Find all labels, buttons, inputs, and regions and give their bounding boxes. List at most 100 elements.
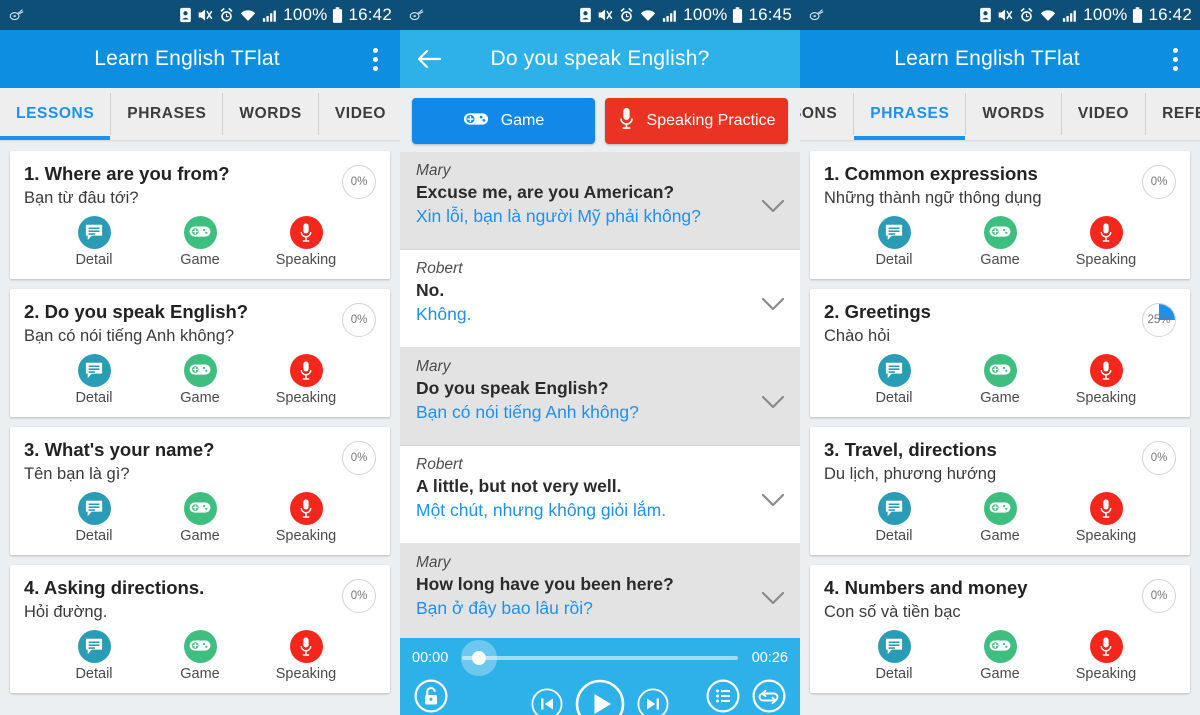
detail-action[interactable]: Detail — [861, 629, 927, 682]
lesson-card[interactable]: 1. Where are you from? Bạn từ đâu tới? 0% D… — [10, 151, 390, 279]
lesson-card[interactable]: 1. Common expressions Những thành ngữ thô… — [810, 151, 1190, 279]
game-button[interactable]: Game — [412, 98, 595, 144]
tab-words[interactable]: WORDS — [966, 93, 1062, 135]
speaking-action[interactable]: Speaking — [1073, 215, 1139, 268]
alarm-icon — [219, 7, 234, 23]
game-action[interactable]: Game — [167, 353, 233, 406]
game-action[interactable]: Game — [967, 629, 1033, 682]
lesson-card-subtitle: Tên bạn là gì? — [24, 465, 130, 484]
lesson-card-title: 4. Numbers and money — [824, 577, 1028, 598]
progress-label: 0% — [350, 452, 368, 464]
signal-icon — [262, 8, 278, 23]
dialog-row[interactable]: Robert A little, but not very well. Một ch… — [400, 446, 800, 544]
game-action[interactable]: Game — [967, 215, 1033, 268]
lesson-card[interactable]: 4. Numbers and money Con số và tiền bạc 0%… — [810, 565, 1190, 693]
tab-label: WORDS — [982, 105, 1045, 122]
detail-action[interactable]: Detail — [861, 215, 927, 268]
lesson-card[interactable]: 2. Do you speak English? Bạn có nói tiếng… — [10, 289, 390, 417]
chevron-down-icon[interactable] — [760, 394, 786, 415]
progress-label: 0% — [350, 176, 368, 188]
seek-row: 00:00 00:26 — [412, 646, 788, 670]
game-action[interactable]: Game — [967, 491, 1033, 544]
speaking-action[interactable]: Speaking — [1073, 629, 1139, 682]
card-action-row: Detail Game Speaking — [24, 491, 376, 544]
lock-icon[interactable] — [414, 679, 448, 713]
speaking-action[interactable]: Speaking — [273, 215, 339, 268]
detail-action[interactable]: Detail — [61, 353, 127, 406]
dialog-english: Do you speak English? — [416, 378, 609, 398]
tab-video[interactable]: VIDEO — [1062, 93, 1147, 135]
app-bar: Learn English TFlat — [800, 30, 1200, 88]
tab-lessons[interactable]: LESSONS — [0, 93, 112, 140]
seek-slider[interactable] — [462, 651, 738, 665]
playlist-icon[interactable] — [706, 679, 740, 713]
battery-percent-label: 100% — [683, 5, 728, 24]
panel-conversation: 100% 16:45 Do you speak English? Game Sp… — [400, 0, 800, 715]
lesson-card[interactable]: 3. What's your name? Tên bạn là gì? 0% Deta… — [10, 427, 390, 555]
tab-phrases[interactable]: PHRASES — [854, 93, 967, 140]
tab-words[interactable]: WORDS — [223, 93, 319, 135]
tab-reference[interactable]: REFERENCE — [1146, 93, 1200, 135]
battery-icon — [332, 6, 343, 24]
detail-action[interactable]: Detail — [61, 629, 127, 682]
speaking-action[interactable]: Speaking — [273, 491, 339, 544]
dialog-row[interactable]: Mary How long have you been here? Bạn ở đâ… — [400, 544, 800, 642]
detail-action[interactable]: Detail — [61, 215, 127, 268]
speaking-action[interactable]: Speaking — [1073, 353, 1139, 406]
progress-badge: 0% — [342, 303, 376, 337]
action-label: Speaking — [275, 251, 337, 268]
chevron-down-icon[interactable] — [760, 590, 786, 611]
game-action[interactable]: Game — [167, 629, 233, 682]
lesson-card[interactable]: 3. Travel, directions Du lịch, phương hướ… — [810, 427, 1190, 555]
speaking-action[interactable]: Speaking — [273, 353, 339, 406]
progress-label: 0% — [1150, 590, 1168, 602]
repeat-icon[interactable] — [752, 679, 786, 713]
dialog-row[interactable]: Mary Do you speak English? Bạn có nói tiến… — [400, 348, 800, 446]
overflow-menu-icon[interactable] — [1162, 47, 1188, 71]
lesson-card-subtitle: Du lịch, phương hướng — [824, 465, 997, 484]
status-bar: 100% 16:45 — [400, 0, 800, 30]
action-label: Game — [180, 389, 220, 406]
chevron-down-icon[interactable] — [760, 198, 786, 219]
speaking-action[interactable]: Speaking — [1073, 491, 1139, 544]
chevron-down-icon[interactable] — [760, 296, 786, 317]
next-track-icon[interactable] — [637, 688, 669, 715]
wifi-icon — [1039, 8, 1057, 23]
app-bar: Do you speak English? — [400, 30, 800, 88]
chat-bubble-icon — [77, 491, 111, 525]
play-icon[interactable] — [575, 679, 625, 715]
microphone-icon — [1089, 491, 1123, 525]
detail-action[interactable]: Detail — [861, 491, 927, 544]
speaking-practice-button[interactable]: Speaking Practice — [605, 98, 788, 144]
speaking-action[interactable]: Speaking — [273, 629, 339, 682]
lesson-card[interactable]: 4. Asking directions. Hỏi đường. 0% Detail G… — [10, 565, 390, 693]
overflow-menu-icon[interactable] — [362, 47, 388, 71]
game-button-label: Game — [500, 112, 545, 129]
progress-label: 0% — [1150, 452, 1168, 464]
lesson-card-title: 3. Travel, directions — [824, 439, 997, 460]
dialog-row[interactable]: Robert No. Không. — [400, 250, 800, 348]
tab-lessons[interactable]: LESSONS — [800, 93, 855, 135]
microphone-icon — [289, 491, 323, 525]
lesson-card[interactable]: 2. Greetings Chào hỏi 25% Detail Game Speakin… — [810, 289, 1190, 417]
dialog-row[interactable]: Mary Excuse me, are you American? Xin lỗi,… — [400, 152, 800, 250]
game-action[interactable]: Game — [967, 353, 1033, 406]
tab-phrases[interactable]: PHRASES — [111, 93, 224, 135]
chevron-down-icon[interactable] — [760, 492, 786, 513]
back-arrow-icon[interactable] — [412, 48, 446, 70]
tab-label: VIDEO — [334, 105, 387, 122]
game-action[interactable]: Game — [167, 491, 233, 544]
action-label: Game — [980, 251, 1020, 268]
tab-video[interactable]: VIDEO — [319, 93, 400, 135]
action-label: Game — [180, 665, 220, 682]
detail-action[interactable]: Detail — [861, 353, 927, 406]
seek-knob[interactable] — [471, 651, 486, 665]
status-bar-left — [8, 8, 179, 23]
dialog-speaker: Mary — [416, 358, 451, 375]
detail-action[interactable]: Detail — [61, 491, 127, 544]
mute-icon — [197, 7, 214, 23]
card-action-row: Detail Game Speaking — [24, 629, 376, 682]
game-action[interactable]: Game — [167, 215, 233, 268]
player-right-controls — [706, 679, 786, 713]
previous-track-icon[interactable] — [531, 688, 563, 715]
